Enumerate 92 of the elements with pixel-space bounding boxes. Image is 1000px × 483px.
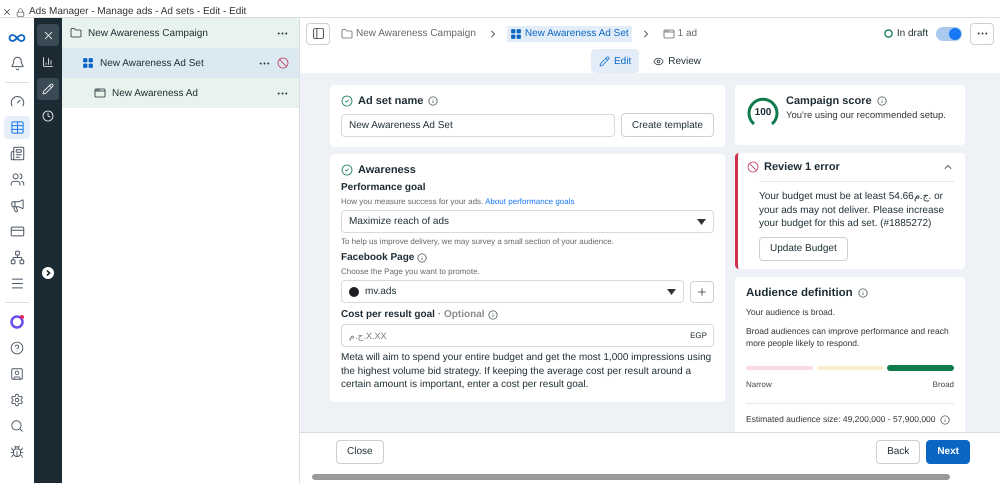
info-icon — [428, 96, 438, 106]
plus-icon — [696, 286, 708, 298]
check-icon — [341, 95, 353, 107]
card-title: Review 1 error — [764, 161, 841, 173]
audience-status: Your audience is broad. — [746, 306, 836, 318]
info-icon — [858, 288, 868, 298]
dropdown[interactable]: mv.ads — [341, 280, 684, 303]
next-button[interactable]: Next — [926, 440, 970, 464]
window-icon — [662, 28, 675, 40]
help-icon — [10, 340, 24, 354]
check-icon — [341, 164, 353, 176]
close-icon — [2, 7, 12, 17]
scrollbar-thumb[interactable] — [312, 474, 950, 480]
chart-icon — [42, 56, 54, 68]
optional-label: · Optional — [438, 309, 485, 320]
breadcrumb[interactable]: New Awareness Ad Set — [506, 26, 632, 42]
panel-toggle-button[interactable] — [306, 22, 330, 44]
audience-estimate: Estimated audience size: 49,200,000 - 57,900,000 — [746, 414, 936, 426]
bell-icon — [10, 56, 24, 71]
error-icon — [747, 161, 759, 173]
network-icon — [10, 250, 24, 265]
breadcrumb[interactable]: New Awareness Campaign — [338, 26, 479, 42]
settings-icon — [10, 392, 24, 406]
card-title: Awareness — [358, 164, 416, 176]
field-label: Cost per result goal — [341, 309, 435, 320]
people-icon — [10, 172, 24, 187]
description: Meta will aim to spend your entire budget and get the most 1,000 impressions using the highest volume bid strategy. If keeping the average cost per result around a certain amount is important, enter a cost per result goal. — [341, 351, 712, 392]
error-message: Your budget must be at least 54.66ج.م. or your ads may not deliver. Please increase your budget for this ad set. (#1885272) — [759, 190, 946, 230]
currency-label: EGP — [690, 331, 707, 340]
field-label: Facebook Page — [341, 252, 414, 263]
pencil-icon — [598, 56, 610, 66]
info-icon — [876, 96, 887, 106]
card-icon — [10, 224, 24, 239]
tool-button[interactable] — [37, 78, 59, 100]
tree-item[interactable]: New Awareness Ad — [62, 78, 299, 108]
panel-icon — [312, 27, 324, 40]
window-title: Ads Manager - Manage ads - Ad sets - Edit - Edit — [29, 6, 246, 17]
scale-label: Broad — [932, 380, 954, 390]
megaphone-icon — [10, 198, 24, 213]
back-button[interactable]: Back — [876, 440, 920, 464]
toggle-switch[interactable] — [936, 26, 962, 40]
clock-icon — [42, 110, 54, 122]
nav-button[interactable] — [4, 116, 30, 139]
window-icon — [94, 87, 106, 99]
field-label: Performance goal — [341, 182, 426, 193]
search-icon — [10, 418, 24, 432]
info-icon — [488, 310, 498, 320]
scale-label: Narrow — [746, 380, 772, 390]
lock-icon — [16, 8, 25, 17]
audience-text: Broad audiences can improve performance and reach more people likely to respond. — [746, 326, 950, 350]
card-title: Ad set name — [358, 95, 424, 107]
card-title: Campaign score — [786, 95, 872, 107]
pages-icon — [10, 146, 24, 161]
dropdown[interactable]: Maximize reach of ads — [341, 210, 714, 233]
tree-item[interactable]: New Awareness Campaign — [62, 18, 299, 48]
close-button[interactable] — [37, 24, 59, 46]
table-icon — [10, 120, 24, 135]
update-budget-button[interactable]: Update Budget — [759, 236, 848, 260]
ring-icon — [9, 314, 25, 330]
draft-status-icon — [884, 29, 893, 38]
tree-item[interactable]: New Awareness Ad Set — [62, 48, 299, 78]
score-text: You're using our recommended setup. — [786, 109, 946, 122]
caret-icon — [697, 218, 706, 224]
input-field[interactable]: New Awareness Ad Set — [341, 114, 615, 136]
folder-icon — [341, 28, 353, 40]
tab[interactable]: Review — [645, 49, 710, 73]
info-icon — [417, 252, 428, 262]
expand-icon[interactable] — [42, 267, 54, 279]
folder-icon — [70, 27, 82, 39]
close-button[interactable]: Close — [336, 440, 384, 464]
caret-icon — [667, 288, 676, 294]
gauge-icon — [10, 94, 24, 109]
create-template-button[interactable]: Create template — [620, 113, 714, 137]
status-label: In draft — [896, 28, 928, 39]
field-note: To help us improve delivery, we may survey a small section of your audience. — [341, 237, 615, 246]
bug-icon — [10, 444, 24, 458]
score-value: 100 — [754, 106, 772, 118]
card-title: Audience definition — [746, 286, 853, 298]
page-avatar — [349, 286, 359, 296]
help-link[interactable]: About performance goals — [485, 197, 574, 206]
breadcrumb[interactable]: 1 ad — [660, 26, 700, 42]
menu-icon — [10, 276, 24, 291]
pencil-icon — [42, 83, 54, 95]
grid-icon — [510, 28, 522, 40]
grid-icon — [82, 57, 94, 69]
add-button[interactable] — [690, 280, 714, 302]
field-hint: Choose the Page you want to promote. — [341, 267, 481, 276]
field-hint: How you measure success for your ads. About performance goals — [341, 197, 576, 206]
contact-icon — [10, 366, 24, 380]
tab[interactable]: Edit — [590, 49, 640, 73]
eye-icon — [653, 56, 664, 66]
info-icon — [940, 415, 950, 426]
